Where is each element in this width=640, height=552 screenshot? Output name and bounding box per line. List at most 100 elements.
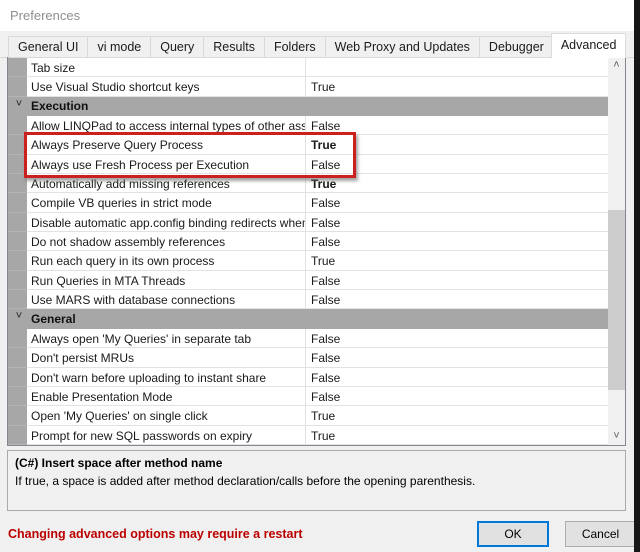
row-gutter <box>8 77 27 96</box>
cancel-button[interactable]: Cancel <box>565 521 634 547</box>
section-label: General <box>31 312 76 326</box>
property-name-cell[interactable]: Use MARS with database connections <box>27 290 306 309</box>
window-title: Preferences <box>10 8 80 23</box>
ok-button[interactable]: OK <box>477 521 549 547</box>
property-grid: Tab sizeUse Visual Studio shortcut keysT… <box>7 57 626 446</box>
tab-vi-mode[interactable]: vi mode <box>87 36 151 58</box>
screen-background-strip <box>634 0 640 552</box>
help-description: If true, a space is added after method d… <box>15 474 618 488</box>
row-gutter <box>8 368 27 387</box>
property-name-cell[interactable]: Open 'My Queries' on single click <box>27 406 306 425</box>
title-bar: Preferences <box>0 0 634 31</box>
property-row: Do not shadow assembly referencesFalse <box>8 232 608 251</box>
property-row: Enable Presentation ModeFalse <box>8 387 608 406</box>
property-row: Always use Fresh Process per ExecutionFa… <box>8 155 608 174</box>
property-row: Tab size <box>8 58 608 77</box>
row-gutter <box>8 213 27 232</box>
property-help-panel: (C#) Insert space after method name If t… <box>7 450 626 511</box>
property-row: Run Queries in MTA ThreadsFalse <box>8 271 608 290</box>
property-name-cell[interactable]: Always use Fresh Process per Execution <box>27 155 306 174</box>
scroll-down-icon[interactable]: ˅ <box>608 428 625 445</box>
row-gutter <box>8 290 27 309</box>
property-name-cell[interactable]: Enable Presentation Mode <box>27 387 306 406</box>
scroll-up-icon[interactable]: ˄ <box>608 58 625 75</box>
property-name-cell[interactable]: Automatically add missing references <box>27 174 306 193</box>
property-row: Prompt for new SQL passwords on expiryTr… <box>8 426 608 445</box>
property-value-cell[interactable]: True <box>306 174 608 193</box>
property-row: Use MARS with database connectionsFalse <box>8 290 608 309</box>
property-row: Don't persist MRUsFalse <box>8 348 608 367</box>
property-name-cell[interactable]: Use Visual Studio shortcut keys <box>27 77 306 96</box>
property-name-cell[interactable]: Disable automatic app.config binding red… <box>27 213 306 232</box>
property-value-cell[interactable]: False <box>306 387 608 406</box>
property-row: Run each query in its own processTrue <box>8 251 608 270</box>
tab-debugger[interactable]: Debugger <box>479 36 554 58</box>
vertical-scrollbar[interactable]: ˄ ˅ <box>608 58 625 445</box>
property-name-cell[interactable]: Run each query in its own process <box>27 251 306 270</box>
help-title: (C#) Insert space after method name <box>15 456 618 470</box>
property-name-cell[interactable]: Prompt for new SQL passwords on expiry <box>27 426 306 445</box>
property-value-cell[interactable]: True <box>306 426 608 445</box>
row-gutter <box>8 348 27 367</box>
row-gutter <box>8 155 27 174</box>
property-value-cell[interactable]: True <box>306 77 608 96</box>
property-value-cell[interactable] <box>306 58 608 77</box>
property-value-cell[interactable]: True <box>306 251 608 270</box>
tab-general-ui[interactable]: General UI <box>8 36 88 58</box>
property-row: Allow LINQPad to access internal types o… <box>8 116 608 135</box>
tab-folders[interactable]: Folders <box>264 36 326 58</box>
chevron-down-icon: ˅ <box>12 98 26 110</box>
section-header-execution[interactable]: ˅ Execution <box>8 97 608 116</box>
property-value-cell[interactable]: False <box>306 368 608 387</box>
property-value-cell[interactable]: False <box>306 213 608 232</box>
section-label: Execution <box>31 99 88 113</box>
property-value-cell[interactable]: False <box>306 155 608 174</box>
property-name-cell[interactable]: Allow LINQPad to access internal types o… <box>27 116 306 135</box>
tab-advanced[interactable]: Advanced <box>551 33 627 58</box>
row-gutter <box>8 271 27 290</box>
property-row: Always Preserve Query ProcessTrue <box>8 135 608 154</box>
property-value-cell[interactable]: False <box>306 193 608 212</box>
restart-warning-text: Changing advanced options may require a … <box>8 527 303 541</box>
tab-web-proxy-and-updates[interactable]: Web Proxy and Updates <box>325 36 480 58</box>
property-value-cell[interactable]: True <box>306 406 608 425</box>
property-name-cell[interactable]: Don't persist MRUs <box>27 348 306 367</box>
row-gutter <box>8 135 27 154</box>
property-row: Disable automatic app.config binding red… <box>8 213 608 232</box>
property-name-cell[interactable]: Compile VB queries in strict mode <box>27 193 306 212</box>
property-name-cell[interactable]: Do not shadow assembly references <box>27 232 306 251</box>
property-name-cell[interactable]: Always open 'My Queries' in separate tab <box>27 329 306 348</box>
property-row: Always open 'My Queries' in separate tab… <box>8 329 608 348</box>
property-row: Don't warn before uploading to instant s… <box>8 368 608 387</box>
row-gutter <box>8 329 27 348</box>
row-gutter <box>8 251 27 270</box>
property-value-cell[interactable]: True <box>306 135 608 154</box>
property-name-cell[interactable]: Don't warn before uploading to instant s… <box>27 368 306 387</box>
row-gutter <box>8 387 27 406</box>
property-row: Use Visual Studio shortcut keysTrue <box>8 77 608 96</box>
property-value-cell[interactable]: False <box>306 116 608 135</box>
row-gutter <box>8 232 27 251</box>
tab-strip: General UIvi modeQueryResultsFoldersWeb … <box>8 33 623 58</box>
property-value-cell[interactable]: False <box>306 271 608 290</box>
row-gutter <box>8 406 27 425</box>
tab-results[interactable]: Results <box>203 36 265 58</box>
section-header-general[interactable]: ˅General <box>8 309 608 328</box>
property-name-cell[interactable]: Tab size <box>27 58 306 77</box>
property-name-cell[interactable]: Run Queries in MTA Threads <box>27 271 306 290</box>
row-gutter <box>8 174 27 193</box>
scrollbar-thumb[interactable] <box>608 210 625 390</box>
property-row: Open 'My Queries' on single clickTrue <box>8 406 608 425</box>
property-name-cell[interactable]: Always Preserve Query Process <box>27 135 306 154</box>
property-value-cell[interactable]: False <box>306 232 608 251</box>
preferences-dialog: Preferences General UIvi modeQueryResult… <box>0 0 634 552</box>
row-gutter <box>8 58 27 77</box>
property-value-cell[interactable]: False <box>306 329 608 348</box>
property-row: Automatically add missing referencesTrue <box>8 174 608 193</box>
property-value-cell[interactable]: False <box>306 348 608 367</box>
property-value-cell[interactable]: False <box>306 290 608 309</box>
tab-query[interactable]: Query <box>150 36 204 58</box>
row-gutter <box>8 426 27 445</box>
row-gutter <box>8 116 27 135</box>
row-gutter <box>8 193 27 212</box>
